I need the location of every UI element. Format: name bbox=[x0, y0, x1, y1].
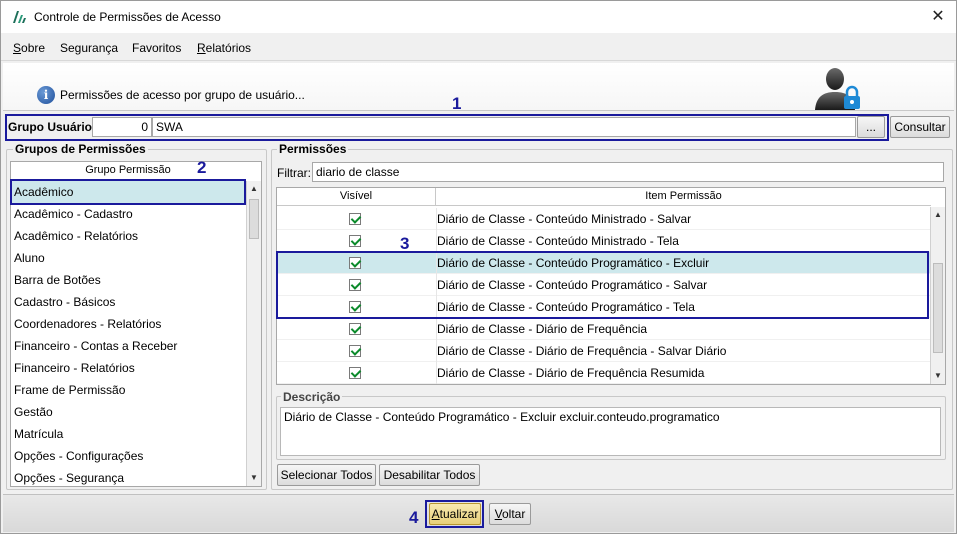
group-list-item[interactable]: Opções - Configurações bbox=[11, 445, 245, 467]
permission-item-label: Diário de Classe - Conteúdo Programático… bbox=[437, 278, 708, 292]
group-list-item[interactable]: Matrícula bbox=[11, 423, 245, 445]
menu-item-sobre-label: obre bbox=[21, 41, 46, 55]
annotation-number-1: 1 bbox=[452, 94, 462, 113]
permissions-scrollbar[interactable]: ▲ ▼ bbox=[930, 207, 945, 384]
permission-item-label: Diário de Classe - Conteúdo Programático… bbox=[437, 256, 710, 270]
annotation-number-3: 3 bbox=[400, 234, 410, 253]
group-list-item[interactable]: Gestão bbox=[11, 401, 245, 423]
permissions-window: Controle de Permissões de Acesso ✕ Sobre… bbox=[0, 0, 957, 534]
menu-item-seguranca[interactable]: Segurança bbox=[60, 41, 118, 55]
scroll-down-icon[interactable]: ▼ bbox=[931, 368, 945, 384]
permission-row[interactable]: Diário de Classe - Diário de Frequência … bbox=[277, 340, 930, 362]
user-group-code-input[interactable]: 0 bbox=[92, 117, 152, 137]
browse-button[interactable]: ... bbox=[857, 116, 885, 138]
groups-scroll-thumb[interactable] bbox=[249, 199, 259, 239]
user-group-label: Grupo Usuário: bbox=[8, 120, 97, 134]
group-list-item[interactable]: Acadêmico bbox=[11, 181, 245, 203]
scroll-up-icon[interactable]: ▲ bbox=[247, 181, 261, 197]
permission-row[interactable]: Diário de Classe - Diário de Frequência … bbox=[277, 362, 930, 384]
visible-checkbox[interactable] bbox=[349, 301, 361, 313]
column-header-item[interactable]: Item Permissão bbox=[436, 188, 931, 206]
group-list-item[interactable]: Coordenadores - Relatórios bbox=[11, 313, 245, 335]
menu-item-sobre[interactable]: Sobre bbox=[13, 41, 45, 55]
visible-checkbox[interactable] bbox=[349, 257, 361, 269]
permission-item-label: Diário de Classe - Conteúdo Programático… bbox=[437, 300, 695, 314]
permission-row[interactable]: Diário de Classe - Conteúdo Programático… bbox=[277, 274, 930, 296]
annotation-number-4: 4 bbox=[409, 508, 419, 527]
permission-item-label: Diário de Classe - Conteúdo Ministrado -… bbox=[437, 234, 679, 248]
group-list-item[interactable]: Acadêmico - Relatórios bbox=[11, 225, 245, 247]
consult-button[interactable]: Consultar bbox=[890, 116, 950, 138]
visible-checkbox[interactable] bbox=[349, 345, 361, 357]
app-logo-icon bbox=[13, 11, 26, 23]
title-bar: Controle de Permissões de Acesso ✕ bbox=[1, 1, 956, 33]
column-header-visible[interactable]: Visível bbox=[277, 188, 436, 206]
menu-item-favoritos[interactable]: Favoritos bbox=[132, 41, 181, 55]
permissions-panel-title: Permissões bbox=[277, 142, 349, 156]
groups-panel-title: Grupos de Permissões bbox=[13, 142, 148, 156]
menu-bar: Sobre Segurança Favoritos Relatórios bbox=[1, 33, 956, 61]
back-button[interactable]: Voltar bbox=[489, 503, 531, 525]
annotation-number-2: 2 bbox=[197, 158, 207, 177]
close-icon[interactable]: ✕ bbox=[928, 7, 948, 27]
permission-item-label: Diário de Classe - Diário de Frequência … bbox=[437, 366, 705, 380]
visible-checkbox[interactable] bbox=[349, 279, 361, 291]
visible-checkbox[interactable] bbox=[349, 213, 361, 225]
group-list-item[interactable]: Barra de Botões bbox=[11, 269, 245, 291]
permission-item-label: Diário de Classe - Conteúdo Ministrado -… bbox=[437, 212, 692, 226]
group-list-item[interactable]: Opções - Segurança bbox=[11, 467, 245, 486]
permission-row[interactable]: Diário de Classe - Conteúdo Ministrado -… bbox=[277, 208, 930, 230]
menu-item-relatorios[interactable]: Relatórios bbox=[197, 41, 251, 55]
group-list-item[interactable]: Acadêmico - Cadastro bbox=[11, 203, 245, 225]
user-group-name-input[interactable]: SWA bbox=[152, 117, 856, 137]
visible-checkbox[interactable] bbox=[349, 323, 361, 335]
description-title: Descrição bbox=[281, 390, 343, 404]
groups-list: Grupo Permissão Acadêmico Acadêmico - Cad… bbox=[10, 161, 262, 487]
permission-row[interactable]: Diário de Classe - Diário de Frequência bbox=[277, 318, 930, 340]
group-list-item[interactable]: Financeiro - Relatórios bbox=[11, 357, 245, 379]
permission-row[interactable]: Diário de Classe - Conteúdo Ministrado -… bbox=[277, 230, 930, 252]
scroll-up-icon[interactable]: ▲ bbox=[931, 207, 945, 223]
group-list-item[interactable]: Frame de Permissão bbox=[11, 379, 245, 401]
filter-label: Filtrar: bbox=[277, 166, 311, 180]
permission-item-label: Diário de Classe - Diário de Frequência … bbox=[437, 344, 727, 358]
permissions-scroll-thumb[interactable] bbox=[933, 263, 943, 353]
filter-input[interactable]: diario de classe bbox=[312, 162, 944, 182]
info-icon: i bbox=[37, 86, 55, 104]
permission-item-label: Diário de Classe - Diário de Frequência bbox=[437, 322, 648, 336]
update-button[interactable]: Atualizar bbox=[429, 503, 481, 525]
visible-checkbox[interactable] bbox=[349, 235, 361, 247]
scroll-down-icon[interactable]: ▼ bbox=[247, 470, 261, 486]
permission-row[interactable]: Diário de Classe - Conteúdo Programático… bbox=[277, 296, 930, 318]
group-list-item[interactable]: Aluno bbox=[11, 247, 245, 269]
header-banner: i Permissões de acesso por grupo de usuá… bbox=[3, 63, 954, 111]
header-text: Permissões de acesso por grupo de usuári… bbox=[60, 88, 305, 102]
permissions-grid: Visível Item Permissão Diário de Classe … bbox=[276, 187, 946, 385]
permission-row[interactable]: Diário de Classe - Conteúdo Programático… bbox=[277, 252, 930, 274]
groups-list-header: Grupo Permissão bbox=[11, 162, 245, 180]
group-list-item[interactable]: Financeiro - Contas a Receber bbox=[11, 335, 245, 357]
select-all-button[interactable]: Selecionar Todos bbox=[277, 464, 376, 486]
group-list-item[interactable]: Cadastro - Básicos bbox=[11, 291, 245, 313]
groups-scrollbar[interactable]: ▲ ▼ bbox=[246, 181, 261, 486]
visible-checkbox[interactable] bbox=[349, 367, 361, 379]
window-title: Controle de Permissões de Acesso bbox=[34, 10, 221, 24]
description-field: Diário de Classe - Conteúdo Programático… bbox=[280, 407, 941, 456]
user-lock-icon bbox=[815, 68, 860, 110]
disable-all-button[interactable]: Desabilitar Todos bbox=[379, 464, 480, 486]
